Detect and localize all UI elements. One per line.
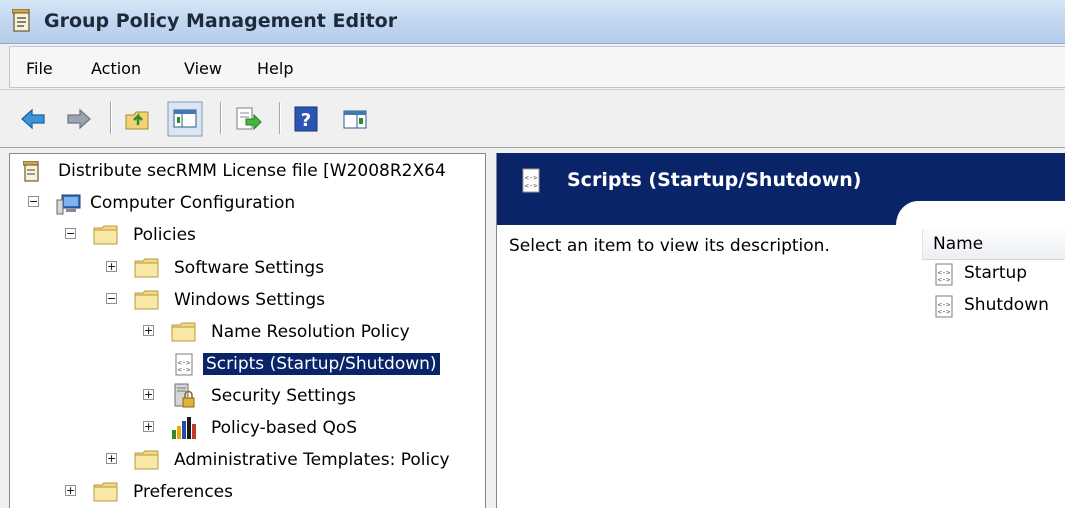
tree-label-scripts: Scripts (Startup/Shutdown): [203, 353, 440, 375]
expand-toggle-icon[interactable]: +: [106, 261, 117, 272]
forward-arrow-icon[interactable]: [65, 105, 93, 133]
svg-text:?: ?: [301, 110, 311, 131]
tree-label-policy-qos: Policy-based QoS: [211, 418, 358, 438]
computer-icon: [56, 194, 81, 215]
item-description: Select an item to view its description.: [509, 236, 830, 256]
svg-text:<->: <->: [525, 182, 538, 190]
folder-icon: [171, 322, 196, 342]
tree-node-windows-settings[interactable]: − Windows Settings: [10, 286, 485, 316]
tree-node-policies[interactable]: − Policies: [10, 221, 485, 251]
svg-text:<->: <->: [178, 366, 191, 374]
column-header-name[interactable]: Name: [922, 229, 1065, 260]
window-title: Group Policy Management Editor: [44, 10, 398, 32]
toolbar: ?: [0, 90, 1065, 148]
svg-text:<->: <->: [525, 174, 538, 182]
tree-node-preferences[interactable]: + Preferences: [10, 478, 485, 508]
up-folder-icon[interactable]: [124, 105, 152, 133]
collapse-toggle-icon[interactable]: −: [106, 293, 117, 304]
menu-action[interactable]: Action: [91, 59, 141, 78]
script-document-icon: <-> <->: [935, 263, 953, 286]
help-icon[interactable]: ?: [293, 105, 321, 133]
menu-bar: File Action View Help: [0, 44, 1065, 90]
tree-label-security-settings: Security Settings: [211, 386, 356, 406]
menu-help[interactable]: Help: [257, 59, 293, 78]
tree-node-software-settings[interactable]: + Software Settings: [10, 254, 485, 284]
tree-label-root: Distribute secRMM License file [W2008R2X…: [58, 161, 446, 181]
list-item-label: Shutdown: [964, 295, 1049, 315]
tree-label-computer-configuration: Computer Configuration: [90, 193, 296, 213]
gpo-document-icon: [23, 161, 39, 182]
menu-view[interactable]: View: [184, 59, 222, 78]
tree-node-policy-qos[interactable]: + Policy-based QoS: [10, 414, 485, 444]
tree-label-windows-settings: Windows Settings: [174, 290, 326, 310]
expand-toggle-icon[interactable]: +: [143, 421, 154, 432]
list-item-label: Startup: [964, 263, 1028, 283]
expand-toggle-icon[interactable]: +: [143, 389, 154, 400]
show-hide-tree-icon[interactable]: [167, 101, 203, 137]
policy-editor-app-icon: [12, 9, 30, 32]
tree-label-administrative-templates: Administrative Templates: Policy: [174, 450, 450, 470]
show-hide-action-pane-icon[interactable]: [341, 105, 369, 133]
export-list-icon[interactable]: [234, 105, 262, 133]
tree-label-policies: Policies: [133, 225, 196, 245]
expand-toggle-icon[interactable]: +: [65, 485, 76, 496]
expand-toggle-icon[interactable]: +: [143, 325, 154, 336]
collapse-toggle-icon[interactable]: −: [65, 228, 76, 239]
expand-toggle-icon[interactable]: +: [106, 453, 117, 464]
details-header-title: Scripts (Startup/Shutdown): [567, 169, 862, 191]
tree-node-name-resolution-policy[interactable]: + Name Resolution Policy: [10, 318, 485, 348]
folder-icon: [134, 258, 159, 278]
tree-node-computer-configuration[interactable]: − Computer Configuration: [10, 189, 485, 219]
menu-file[interactable]: File: [26, 59, 53, 78]
folder-icon: [134, 290, 159, 310]
bar-chart-icon: [172, 417, 196, 439]
details-header: <-> <-> Scripts (Startup/Shutdown): [497, 153, 1065, 225]
pane-splitter[interactable]: [486, 153, 496, 508]
details-pane: <-> <-> Scripts (Startup/Shutdown) Selec…: [496, 153, 1065, 508]
tree-node-scripts[interactable]: <-> <-> Scripts (Startup/Shutdown): [10, 350, 485, 380]
tree-label-preferences: Preferences: [133, 482, 233, 502]
tree-node-administrative-templates[interactable]: + Administrative Templates: Policy: [10, 446, 485, 476]
tree-label-software-settings: Software Settings: [174, 258, 325, 278]
security-lock-icon: [174, 383, 195, 408]
back-arrow-icon[interactable]: [19, 105, 47, 133]
svg-text:<->: <->: [938, 276, 951, 284]
tree-label-name-resolution-policy: Name Resolution Policy: [211, 322, 410, 342]
tree-node-root[interactable]: Distribute secRMM License file [W2008R2X…: [10, 157, 485, 187]
column-header-label: Name: [933, 234, 984, 254]
folder-icon: [134, 450, 159, 470]
folder-icon: [93, 225, 118, 245]
collapse-toggle-icon[interactable]: −: [28, 196, 39, 207]
console-tree: Distribute secRMM License file [W2008R2X…: [9, 153, 486, 508]
title-bar: Group Policy Management Editor: [0, 0, 1065, 44]
tree-node-security-settings[interactable]: + Security Settings: [10, 382, 485, 412]
folder-icon: [93, 482, 118, 502]
script-document-icon: <-> <->: [522, 168, 540, 193]
script-document-icon: <-> <->: [175, 353, 193, 376]
script-document-icon: <-> <->: [935, 295, 953, 318]
svg-text:<->: <->: [938, 308, 951, 316]
